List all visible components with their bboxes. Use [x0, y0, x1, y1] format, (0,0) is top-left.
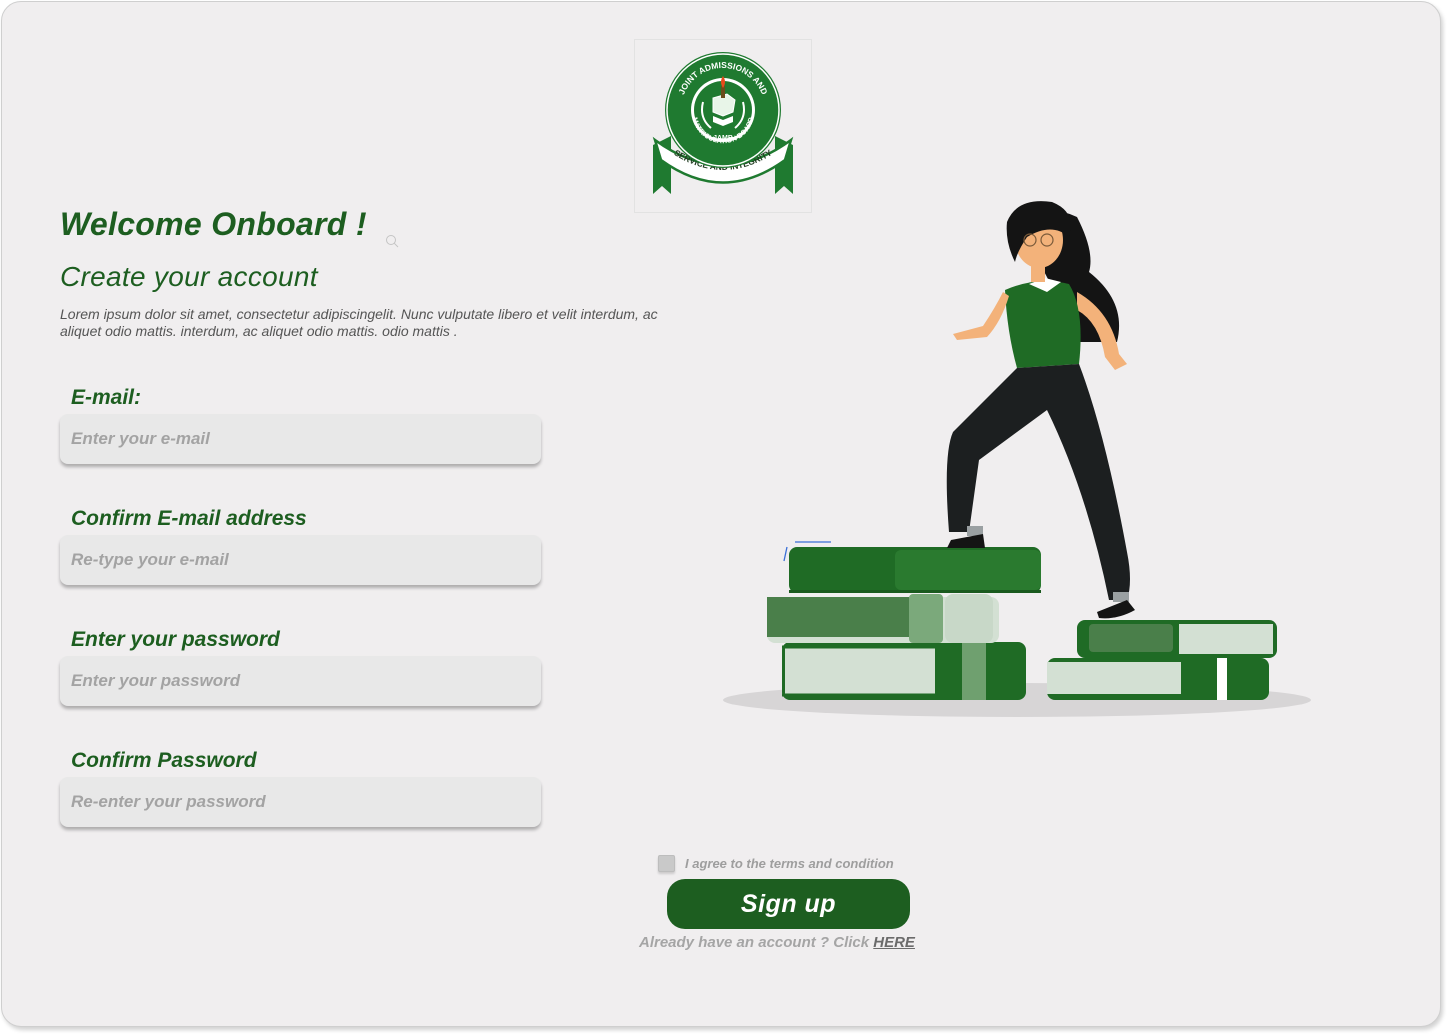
signin-prompt: Already have an account ? Click HERE: [639, 934, 915, 951]
terms-row: I agree to the terms and condition: [658, 855, 894, 872]
email-label: E-mail:: [71, 386, 142, 409]
confirm-email-field[interactable]: [60, 535, 541, 585]
email-field[interactable]: [60, 414, 541, 464]
woman-climbing-books-illustration: [717, 192, 1317, 727]
description-text: Lorem ipsum dolor sit amet, consectetur …: [60, 306, 658, 339]
confirm-password-label: Confirm Password: [71, 749, 257, 772]
signin-here-link[interactable]: HERE: [873, 934, 915, 951]
logo-abbr-text: JAMB: [713, 135, 733, 142]
terms-checkbox[interactable]: [658, 855, 675, 872]
sign-up-button[interactable]: Sign up: [667, 879, 910, 929]
signin-prompt-text: Already have an account ? Click: [639, 934, 874, 951]
confirm-email-label: Confirm E-mail address: [71, 507, 307, 530]
terms-label[interactable]: I agree to the terms and condition: [685, 856, 894, 871]
create-account-subtitle: Create your account: [60, 261, 318, 292]
search-icon: [386, 235, 399, 248]
jamb-logo: SERVICE AND INTEGRITY JOINT ADMISSIONS A…: [634, 39, 812, 213]
password-field[interactable]: [60, 656, 541, 706]
password-label: Enter your password: [71, 628, 280, 651]
signup-page: SERVICE AND INTEGRITY JOINT ADMISSIONS A…: [1, 1, 1441, 1027]
confirm-password-field[interactable]: [60, 777, 541, 827]
welcome-heading: Welcome Onboard !: [60, 206, 367, 242]
